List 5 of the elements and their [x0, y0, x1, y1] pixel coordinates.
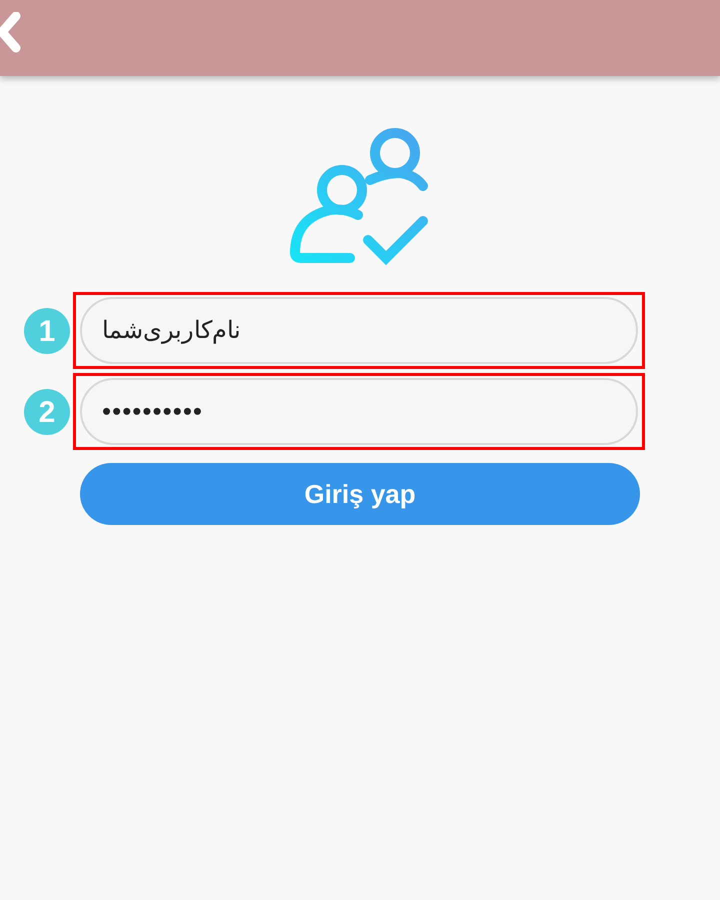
step-marker: 1: [24, 308, 70, 354]
password-field[interactable]: ••••••••••: [80, 378, 638, 445]
username-field[interactable]: نام‌کاربری‌شما: [80, 297, 638, 364]
step-marker: 2: [24, 389, 70, 435]
users-check-icon: [290, 128, 430, 266]
